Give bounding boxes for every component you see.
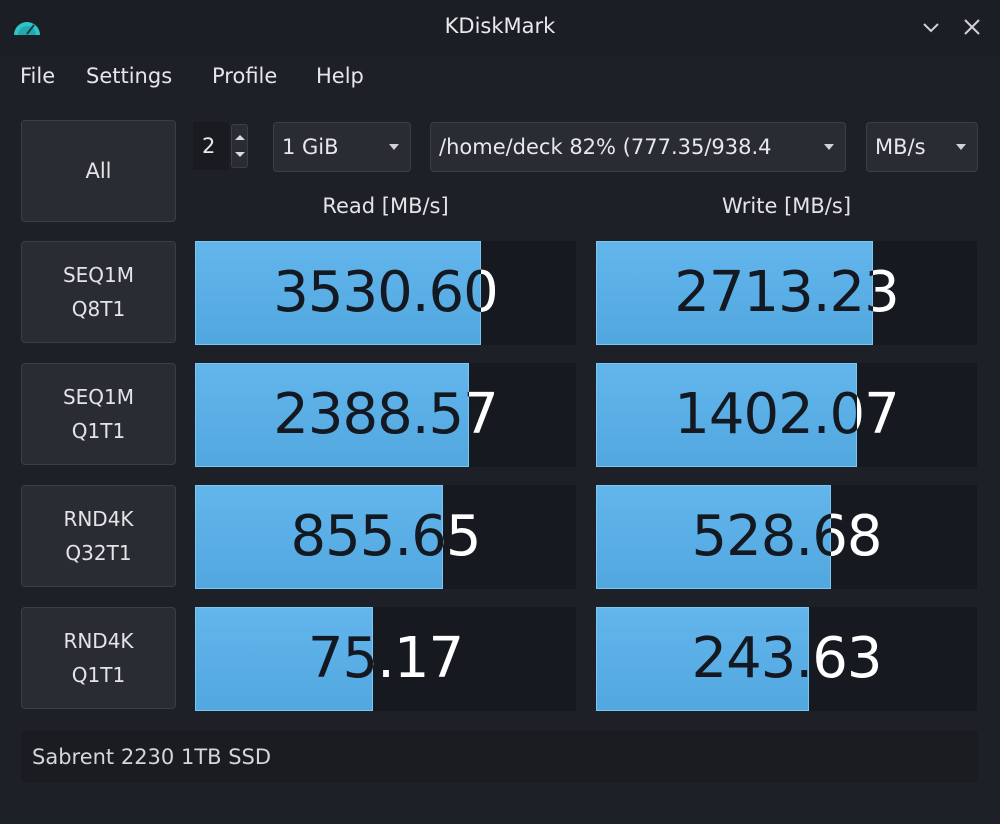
- write-value-on-fill: 528.68: [691, 504, 831, 569]
- test-button-rnd4k-q1t1[interactable]: RND4K Q1T1: [21, 607, 176, 709]
- dropdown-arrow-icon: [824, 144, 834, 150]
- test-label-line2: Q1T1: [71, 663, 126, 687]
- test-button-rnd4k-q32t1[interactable]: RND4K Q32T1: [21, 485, 176, 587]
- chevron-down-icon: [923, 23, 939, 33]
- read-result-bar: 3530.603530.60: [195, 241, 576, 345]
- unit-select[interactable]: MB/s: [866, 122, 978, 172]
- write-result-bar: 528.68528.68: [596, 485, 977, 589]
- test-button-seq1m-q8t1[interactable]: SEQ1M Q8T1: [21, 241, 176, 343]
- title-bar: KDiskMark: [0, 0, 1000, 56]
- write-result-bar: 2713.232713.23: [596, 241, 977, 345]
- minimize-button[interactable]: [918, 14, 944, 40]
- write-progress-fill: 528.68: [596, 485, 831, 589]
- read-result-bar: 75.1775.17: [195, 607, 576, 711]
- dropdown-arrow-icon: [956, 144, 966, 150]
- read-progress-fill: 75.17: [195, 607, 373, 711]
- write-result-bar: 243.63243.63: [596, 607, 977, 711]
- read-result-bar: 2388.572388.57: [195, 363, 576, 467]
- test-label-line2: Q8T1: [71, 297, 126, 321]
- read-value-on-fill: 75.17: [307, 626, 373, 691]
- unit-value: MB/s: [875, 135, 926, 159]
- test-label-line1: RND4K: [63, 629, 134, 653]
- loops-value[interactable]: 2: [193, 122, 229, 170]
- write-column-header: Write [MB/s]: [721, 194, 852, 218]
- arrow-down-icon[interactable]: [235, 152, 245, 157]
- dropdown-arrow-icon: [389, 144, 399, 150]
- write-value-on-fill: 243.63: [691, 626, 809, 691]
- file-size-select[interactable]: 1 GiB: [273, 122, 411, 172]
- spin-arrows[interactable]: [231, 124, 248, 168]
- device-info: Sabrent 2230 1TB SSD: [21, 731, 978, 783]
- read-value-on-fill: 855.65: [290, 504, 443, 569]
- write-value-on-fill: 2713.23: [674, 260, 873, 325]
- read-progress-fill: 855.65: [195, 485, 443, 589]
- read-progress-fill: 2388.57: [195, 363, 469, 467]
- test-label-line2: Q32T1: [65, 541, 132, 565]
- run-all-label: All: [85, 159, 112, 183]
- write-progress-fill: 2713.23: [596, 241, 873, 345]
- close-icon: [964, 19, 980, 35]
- test-label-line1: SEQ1M: [62, 385, 135, 409]
- menu-help[interactable]: Help: [316, 64, 364, 88]
- read-column-header: Read [MB/s]: [322, 194, 449, 218]
- write-progress-fill: 243.63: [596, 607, 809, 711]
- run-all-button[interactable]: All: [21, 120, 176, 222]
- test-button-seq1m-q1t1[interactable]: SEQ1M Q1T1: [21, 363, 176, 465]
- test-label-line2: Q1T1: [71, 419, 126, 443]
- menu-profile[interactable]: Profile: [212, 64, 277, 88]
- read-progress-fill: 3530.60: [195, 241, 481, 345]
- write-progress-fill: 1402.07: [596, 363, 857, 467]
- directory-select[interactable]: /home/deck 82% (777.35/938.4: [430, 122, 846, 172]
- menu-file[interactable]: File: [20, 64, 55, 88]
- test-label-line1: RND4K: [63, 507, 134, 531]
- write-value-on-fill: 1402.07: [674, 382, 857, 447]
- close-button[interactable]: [959, 14, 985, 40]
- window-title: KDiskMark: [444, 14, 556, 38]
- file-size-value: 1 GiB: [282, 135, 339, 159]
- read-value-on-fill: 2388.57: [273, 382, 469, 447]
- directory-value: /home/deck 82% (777.35/938.4: [439, 135, 772, 159]
- menu-settings[interactable]: Settings: [86, 64, 172, 88]
- menu-bar: File Settings Profile Help: [0, 56, 1000, 100]
- test-label-line1: SEQ1M: [62, 263, 135, 287]
- loops-spinbox[interactable]: 2: [193, 122, 255, 170]
- read-result-bar: 855.65855.65: [195, 485, 576, 589]
- read-value-on-fill: 3530.60: [273, 260, 481, 325]
- arrow-up-icon[interactable]: [235, 135, 245, 140]
- write-result-bar: 1402.071402.07: [596, 363, 977, 467]
